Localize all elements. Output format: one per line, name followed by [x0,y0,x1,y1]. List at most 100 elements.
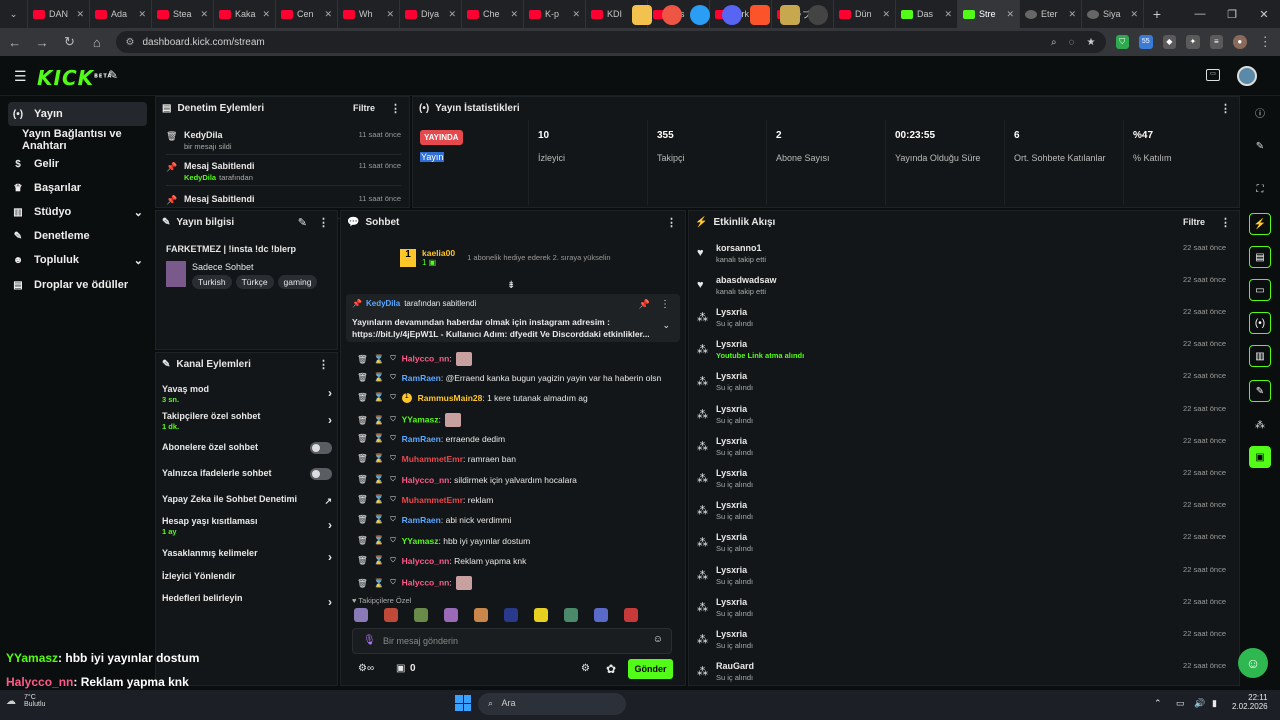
ban-icon[interactable]: ⛉ [390,579,395,587]
ban-icon[interactable]: ⛉ [390,537,395,545]
chevron-down-icon[interactable]: ⌄ [134,206,143,219]
channel-action-row[interactable]: Abonelere özel sohbet [162,442,332,454]
more-options-icon[interactable]: ⋮ [666,216,677,229]
sidebar-item-başarılar[interactable]: ♛ Başarılar [8,176,147,200]
chat-username[interactable]: Halycco_nn [402,475,450,485]
browser-tab[interactable]: K-p ✕ [524,0,586,28]
ban-icon[interactable]: ⛉ [390,476,395,484]
delete-message-icon[interactable]: 🗑 [357,474,368,485]
tab-close-icon[interactable]: ✕ [510,9,518,20]
timeout-icon[interactable]: ⌛ [374,494,385,505]
chat-message[interactable]: 🗑 ⌛ ⛉ RamRaen: abi nick verdimmi [357,514,511,525]
green-panel-icon[interactable]: ▣ [1249,446,1271,468]
chevron-down-icon[interactable]: ⌄ [134,254,143,267]
expand-chevron-icon[interactable]: ⌄ [662,320,670,331]
ban-icon[interactable]: ⛉ [390,435,395,443]
toggle-switch[interactable] [310,442,332,454]
home-icon[interactable]: ⌂ [88,35,105,50]
chat-username[interactable]: RammusMain28 [418,393,483,403]
ban-icon[interactable]: ⛉ [390,455,395,463]
timeout-icon[interactable]: ⌛ [374,415,385,426]
delete-message-icon[interactable]: 🗑 [357,453,368,464]
channel-action-row[interactable]: Yalnızca ifadelerle sohbet [162,468,332,480]
chat-username[interactable]: RamRaen [402,515,441,525]
tab-search-icon[interactable]: ≡ [1209,35,1224,49]
edge-icon[interactable] [690,5,710,25]
sidebar-item-gelir[interactable]: $ Gelir [8,152,147,176]
windows-start-icon[interactable] [455,695,471,711]
activity-item[interactable]: ⁂ Lysxria Su iç alındı 22 saat önce [697,565,1232,595]
obs-icon[interactable] [808,5,828,25]
chat-message[interactable]: 🗑 ⌛ ⛉ RamRaen: erraende dedim [357,433,505,444]
chat-username[interactable]: YYamasz [402,414,439,424]
chat-username[interactable]: RamRaen [402,434,441,444]
sidebar-item-droplar-ve-ödüller[interactable]: ▤ Droplar ve ödüller [8,273,147,297]
channel-action-row[interactable]: Hesap yaşı kısıtlaması 1 ay › [162,516,332,536]
timeout-icon[interactable]: ⌛ [374,453,385,464]
browser-tab[interactable]: Siya ✕ [1082,0,1144,28]
timeout-icon[interactable]: ⌛ [374,354,385,365]
tab-close-icon[interactable]: ✕ [386,9,394,20]
kick-logo[interactable]: KICKBETA [37,66,112,90]
chat-message[interactable]: 🗑 ⌛ ⛉ Halycco_nn: [357,576,473,590]
channel-action-row[interactable]: Yavaş mod 3 sn. › [162,384,332,404]
channel-action-row[interactable]: Yasaklanmış kelimeler › [162,548,332,564]
emote-button[interactable] [624,608,638,622]
volume-icon[interactable]: 🔊 [1194,698,1205,709]
ban-icon[interactable]: ⛉ [390,496,395,504]
fullscreen-icon[interactable]: ⛶ [1249,178,1271,200]
tab-close-icon[interactable]: ✕ [1006,9,1014,20]
ban-icon[interactable]: ⛉ [390,557,395,565]
browser-tab[interactable]: Stea ✕ [152,0,214,28]
chat-message[interactable]: 🗑 ⌛ ⛉ YYamasz: hbb iyi yayınlar dostum [357,535,530,546]
eye-off-icon[interactable]: ◌ [1069,37,1075,48]
sidebar-item-stüdyo[interactable]: ▥ Stüdyo ⌄ [8,200,147,224]
activity-item[interactable]: ⁂ Lysxria Su iç alındı 22 saat önce [697,404,1232,434]
activity-item[interactable]: ⁂ Lysxria Su iç alındı 22 saat önce [697,307,1232,337]
delete-message-icon[interactable]: 🗑 [357,372,368,383]
delete-message-icon[interactable]: 🗑 [357,514,368,525]
chat-username[interactable]: Halycco_nn [402,577,450,587]
shield-extension-icon[interactable]: ⛉ [1115,35,1130,49]
puzzle-extensions-icon[interactable]: ✦ [1186,35,1200,49]
info-icon[interactable]: ⓘ [1249,101,1271,123]
chat-message[interactable]: 🗑 ⌛ ⛉ 1 RammusMain28: 1 kere tutanak almadım… [357,392,588,403]
chat-message[interactable]: 🗑 ⌛ ⛉ Halycco_nn: [357,352,473,366]
activity-item[interactable]: ⁂ Lysxria Su iç alındı 22 saat önce [697,629,1232,659]
activity-item[interactable]: ⁂ Lysxria Su iç alındı 22 saat önce [697,371,1232,401]
emoji-icon[interactable]: ☺ [653,634,663,645]
tab-close-icon[interactable]: ✕ [262,9,270,20]
chat-message[interactable]: 🗑 ⌛ ⛉ RamRaen: @Erraend kanka bugun yagizin… [357,372,661,383]
activity-user[interactable]: Lysxria [716,339,747,349]
activity-user[interactable]: abasdwadsaw [716,275,777,285]
delete-message-icon[interactable]: 🗑 [357,555,368,566]
external-link-icon[interactable]: ↗ [324,496,332,507]
timeout-icon[interactable]: ⌛ [374,433,385,444]
broadcast-icon[interactable]: (•) [1249,312,1271,334]
pinned-message[interactable]: 📌 KedyDila tarafından sabitlendi 📌 ⋮ Yay… [346,294,680,342]
creator-icon[interactable]: ▭ [1206,69,1220,81]
restore-icon[interactable]: ❐ [1216,8,1248,21]
channel-action-row[interactable]: İzleyici Yönlendir [162,571,332,581]
activity-user[interactable]: Lysxria [716,532,747,542]
chrome-icon[interactable] [662,5,682,25]
tag-chip[interactable]: Turkish [192,275,232,289]
reload-icon[interactable]: ↻ [61,34,78,50]
more-options-icon[interactable]: ⋮ [1220,102,1231,115]
browser-tab[interactable]: Diya ✕ [400,0,462,28]
timeout-icon[interactable]: ⌛ [374,474,385,485]
emote-button[interactable] [474,608,488,622]
tab-close-icon[interactable]: ✕ [944,9,952,20]
emote-button[interactable] [594,608,608,622]
user-avatar[interactable] [1237,66,1257,86]
tab-close-icon[interactable]: ✕ [1068,9,1076,20]
tab-close-icon[interactable]: ✕ [200,9,208,20]
chat-icon[interactable]: ▭ [1249,279,1271,301]
more-options-icon[interactable]: ⋮ [318,358,329,371]
timeout-icon[interactable]: ⌛ [374,535,385,546]
ban-icon[interactable]: ⛉ [390,374,395,382]
delete-message-icon[interactable]: 🗑 [357,433,368,444]
close-window-icon[interactable]: ✕ [1248,8,1280,21]
chat-username[interactable]: MuhammetEmr [402,454,463,464]
network-icon[interactable]: ▭ [1176,698,1185,709]
